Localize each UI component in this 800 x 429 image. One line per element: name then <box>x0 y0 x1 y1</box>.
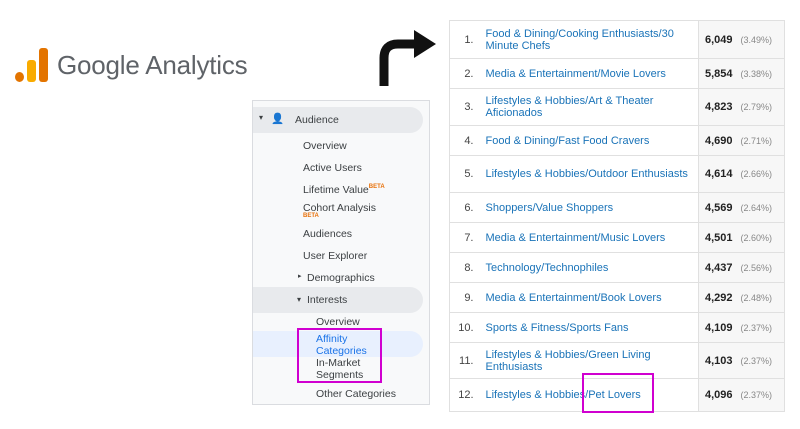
category-link[interactable]: Technology/Technophiles <box>479 252 699 283</box>
category-link[interactable]: Food & Dining/Cooking Enthusiasts/30 Min… <box>479 20 699 59</box>
logo-text: Google Analytics <box>57 49 248 80</box>
table-row: 10. Sports & Fitness/Sports Fans 4,109 (2… <box>449 312 785 343</box>
rank: 11. <box>449 342 480 379</box>
rank: 1. <box>449 20 480 59</box>
analytics-logo-icon <box>15 48 49 82</box>
users-cell: 4,690 (2.71%) <box>698 125 785 156</box>
table-row: 6. Shoppers/Value Shoppers 4,569 (2.64%) <box>449 192 785 223</box>
sidebar-item-demographics[interactable]: Demographics <box>307 272 375 284</box>
table-row: 4. Food & Dining/Fast Food Cravers 4,690… <box>449 125 785 156</box>
sidebar-section-label: Audience <box>295 114 339 126</box>
beta-badge: BETA <box>368 184 385 190</box>
rank: 2. <box>449 58 480 89</box>
label: Lifetime Value <box>303 184 369 196</box>
users-value: 4,109 <box>705 321 733 334</box>
beta-badge: BETA <box>303 213 319 219</box>
users-cell: 4,103 (2.37%) <box>698 342 785 379</box>
rank: 5. <box>449 155 480 193</box>
table-row: 8. Technology/Technophiles 4,437 (2.56%) <box>449 252 785 283</box>
rank: 10. <box>449 312 480 343</box>
users-percent: (2.56%) <box>740 262 773 273</box>
users-cell: 4,109 (2.37%) <box>698 312 785 343</box>
users-percent: (2.71%) <box>740 135 773 146</box>
users-value: 4,614 <box>705 168 733 180</box>
category-link[interactable]: Lifestyles & Hobbies/Outdoor Enthusiasts <box>479 155 699 193</box>
users-percent: (2.64%) <box>740 202 773 213</box>
table-row: 1. Food & Dining/Cooking Enthusiasts/30 … <box>449 20 785 59</box>
rank: 9. <box>449 282 480 313</box>
rank: 4. <box>449 125 480 156</box>
sidebar-item-audiences[interactable]: Audiences <box>303 228 352 240</box>
google-analytics-logo: Google Analytics <box>15 48 248 82</box>
users-value: 4,103 <box>705 354 733 367</box>
users-value: 4,690 <box>705 134 733 147</box>
rank: 12. <box>449 378 480 412</box>
users-percent: (3.38%) <box>740 68 773 79</box>
users-cell: 4,569 (2.64%) <box>698 192 785 223</box>
users-cell: 4,501 (2.60%) <box>698 222 785 253</box>
users-cell: 4,437 (2.56%) <box>698 252 785 283</box>
users-percent: (2.60%) <box>740 232 773 243</box>
table-row: 7. Media & Entertainment/Music Lovers 4,… <box>449 222 785 253</box>
users-value: 5,854 <box>705 67 733 80</box>
users-percent: (2.37%) <box>740 322 773 333</box>
category-link[interactable]: Food & Dining/Fast Food Cravers <box>479 125 699 156</box>
users-percent: (2.48%) <box>740 292 773 303</box>
users-cell: 4,096 (2.37%) <box>698 378 785 412</box>
rank: 7. <box>449 222 480 253</box>
users-cell: 4,614 (2.66%) <box>698 155 785 193</box>
category-link[interactable]: Lifestyles & Hobbies/Art & Theater Afici… <box>479 88 699 126</box>
caret-down-icon: ▾ <box>297 295 302 304</box>
category-link[interactable]: Shoppers/Value Shoppers <box>479 192 699 223</box>
category-link[interactable]: Media & Entertainment/Movie Lovers <box>479 58 699 89</box>
highlight-box <box>297 328 382 383</box>
sidebar-item-user-explorer[interactable]: User Explorer <box>303 250 367 262</box>
sidebar-item-active-users[interactable]: Active Users <box>303 162 362 174</box>
sidebar-item-interests[interactable]: Interests <box>307 294 347 306</box>
users-percent: (2.37%) <box>740 355 773 366</box>
highlight-box <box>582 373 654 413</box>
person-icon: 👤 <box>271 113 285 125</box>
users-cell: 5,854 (3.38%) <box>698 58 785 89</box>
table-row: 5. Lifestyles & Hobbies/Outdoor Enthusia… <box>449 155 785 193</box>
users-percent: (2.79%) <box>740 102 773 112</box>
table-row: 3. Lifestyles & Hobbies/Art & Theater Af… <box>449 88 785 126</box>
users-percent: (2.66%) <box>740 169 773 179</box>
users-value: 6,049 <box>705 33 733 46</box>
category-link[interactable]: Media & Entertainment/Music Lovers <box>479 222 699 253</box>
caret-down-icon: ▾ <box>259 113 264 122</box>
sidebar-item-lifetime-value[interactable]: Lifetime ValueBETA <box>303 184 385 196</box>
category-link[interactable]: Media & Entertainment/Book Lovers <box>479 282 699 313</box>
users-value: 4,823 <box>705 101 733 113</box>
users-percent: (2.37%) <box>740 390 773 400</box>
users-percent: (3.49%) <box>740 34 773 45</box>
sidebar-item-other-categories[interactable]: Other Categories <box>316 388 396 400</box>
users-cell: 4,292 (2.48%) <box>698 282 785 313</box>
rank: 6. <box>449 192 480 223</box>
rank: 3. <box>449 88 480 126</box>
sidebar-item-interests-overview[interactable]: Overview <box>316 316 360 328</box>
users-cell: 4,823 (2.79%) <box>698 88 785 126</box>
users-value: 4,292 <box>705 291 733 304</box>
sidebar-item-overview[interactable]: Overview <box>303 140 347 152</box>
category-link[interactable]: Sports & Fitness/Sports Fans <box>479 312 699 343</box>
curved-arrow-icon <box>379 30 436 86</box>
users-value: 4,569 <box>705 201 733 214</box>
rank: 8. <box>449 252 480 283</box>
users-value: 4,437 <box>705 261 733 274</box>
users-value: 4,501 <box>705 231 733 244</box>
table-row: 9. Media & Entertainment/Book Lovers 4,2… <box>449 282 785 313</box>
table-row: 2. Media & Entertainment/Movie Lovers 5,… <box>449 58 785 89</box>
affinity-table: 1. Food & Dining/Cooking Enthusiasts/30 … <box>449 20 785 412</box>
users-value: 4,096 <box>705 389 733 401</box>
caret-right-icon: ▸ <box>298 273 302 280</box>
users-cell: 6,049 (3.49%) <box>698 20 785 59</box>
